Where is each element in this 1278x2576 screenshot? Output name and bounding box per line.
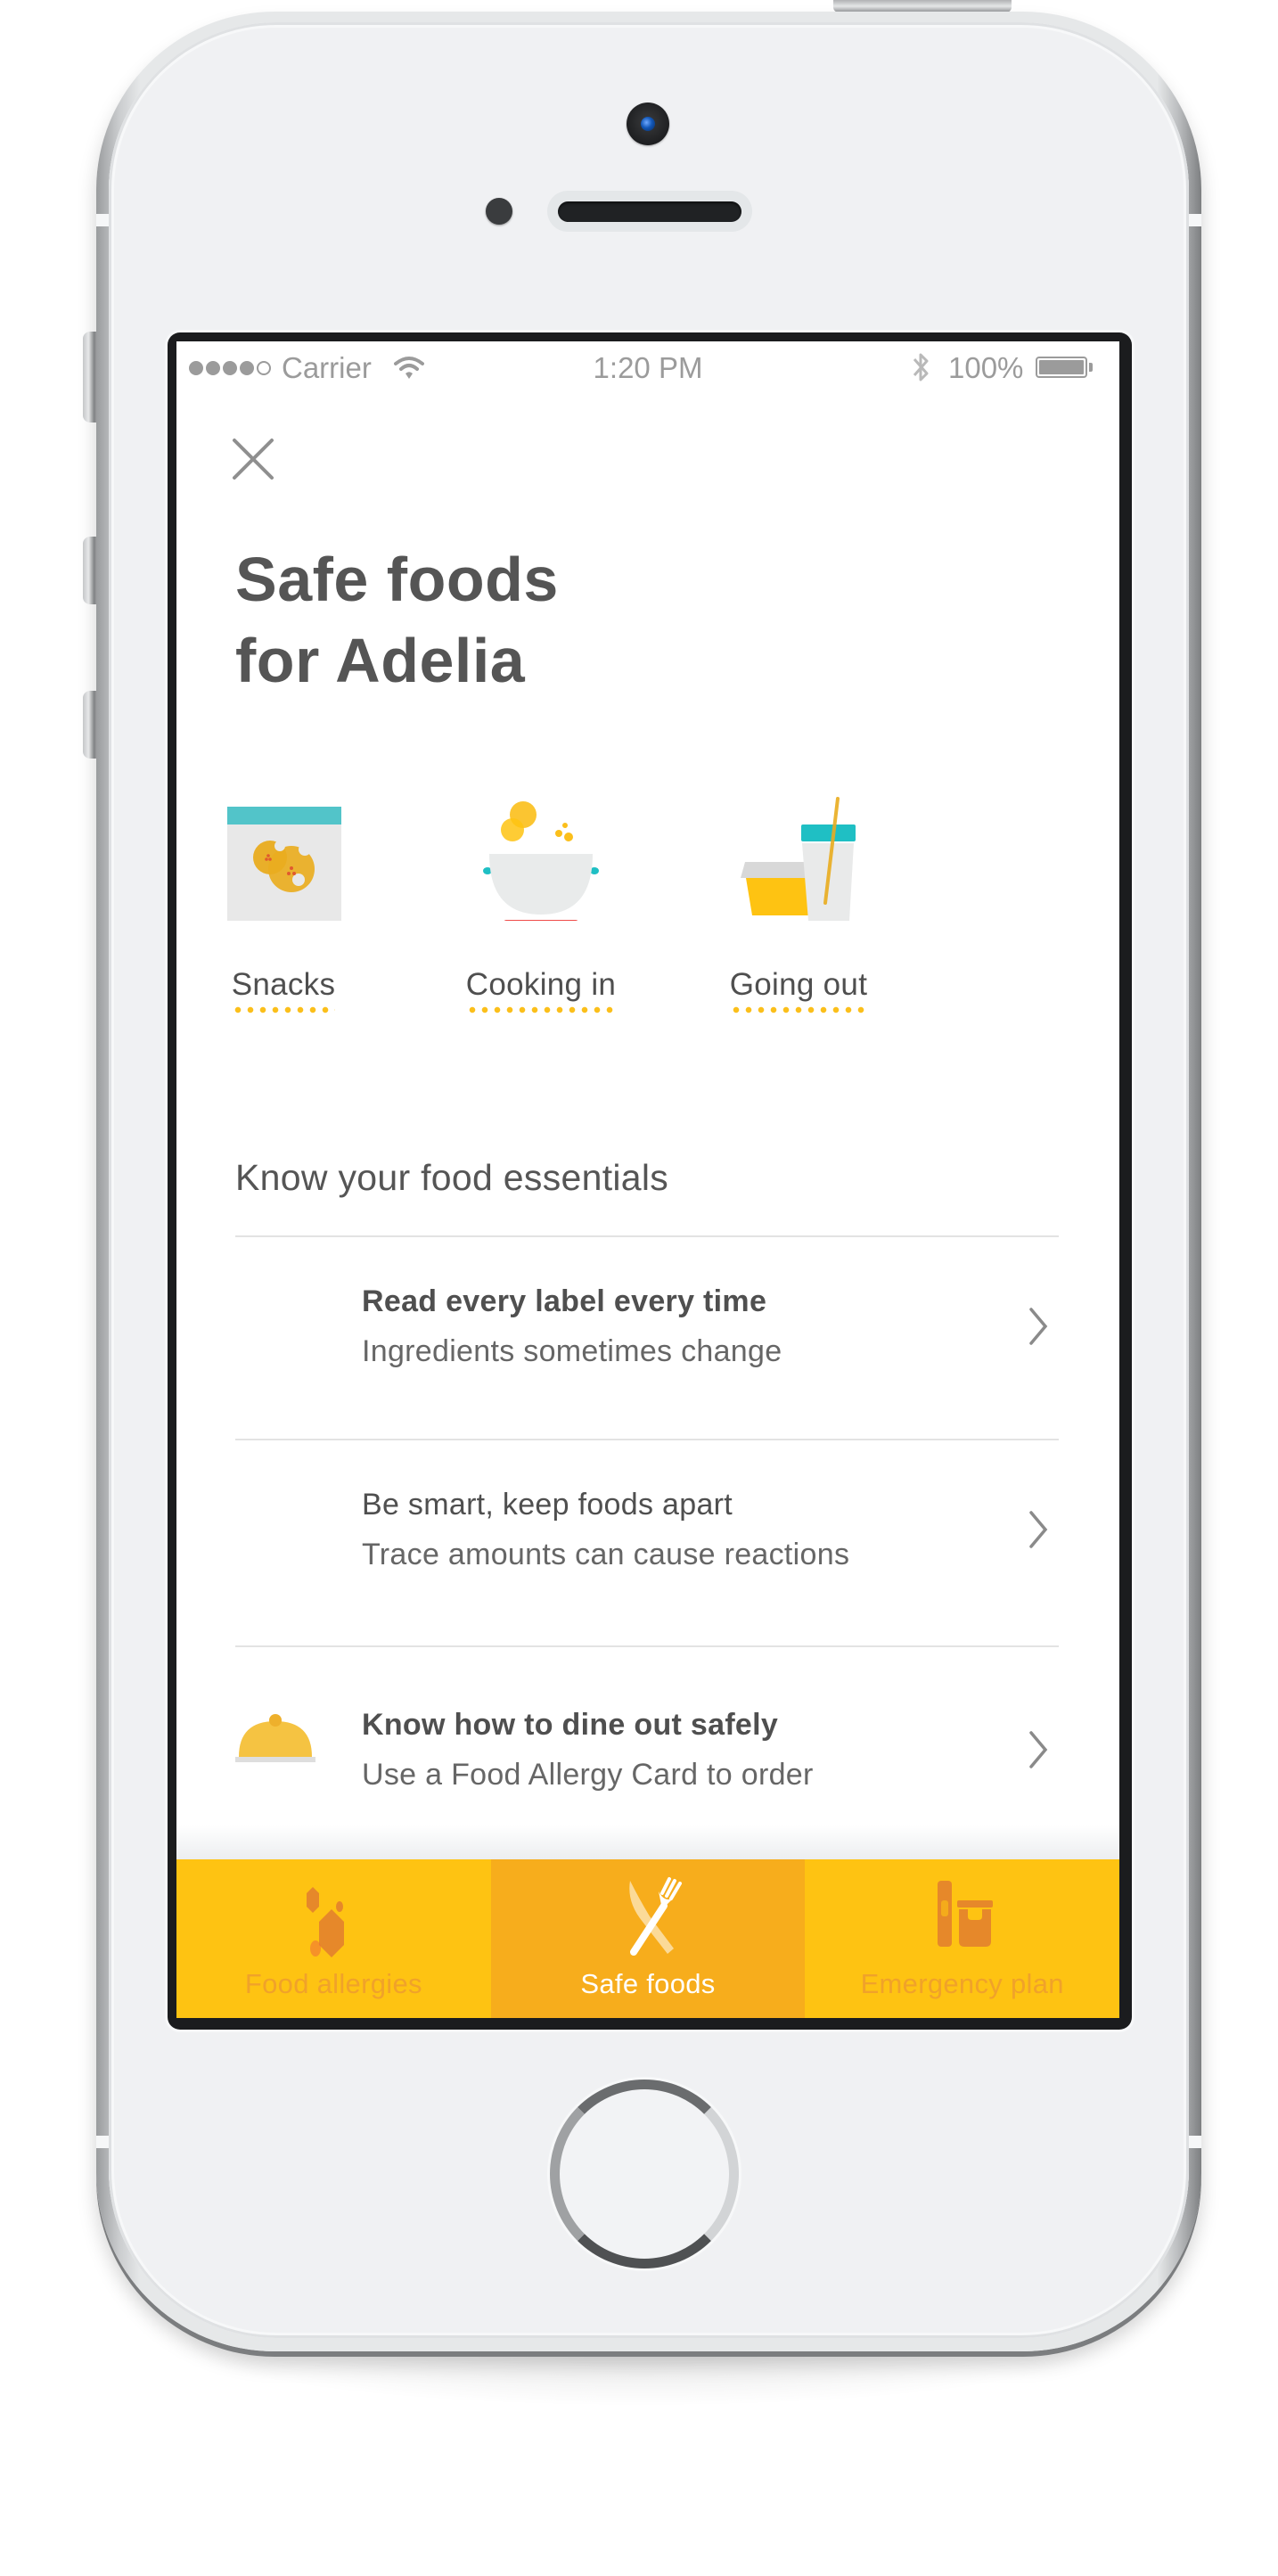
earpiece-speaker [558, 201, 741, 222]
item-subtitle: Ingredients sometimes change [362, 1334, 782, 1368]
snacks-bag-icon [212, 787, 355, 921]
tab-emergency-plan[interactable]: Emergency plan [805, 1859, 1119, 2018]
item-title: Be smart, keep foods apart [362, 1488, 733, 1522]
page-title: Safe foods for Adelia [235, 545, 559, 695]
app-screen: Carrier 1:20 PM 100% Safe foods for Adel… [176, 341, 1119, 2018]
tab-safe-foods[interactable]: Safe foods [490, 1859, 806, 2018]
cooking-pot-icon [470, 787, 612, 925]
category-cooking-in[interactable]: Cooking in [434, 787, 648, 1013]
item-title: Know how to dine out safely [362, 1708, 779, 1742]
proximity-sensor [486, 198, 512, 225]
battery-tip [1089, 363, 1093, 372]
serving-cloche-icon [235, 1652, 315, 1830]
chevron-right-icon [1028, 1440, 1055, 1619]
front-camera [627, 103, 669, 145]
power-button [833, 0, 1012, 12]
list-item-read-labels[interactable]: Read every label every time Ingredients … [235, 1237, 1059, 1415]
tab-bar: Food allergies Safe foods Emergency plan [176, 1859, 1119, 2018]
knife-fork-icon [603, 1875, 692, 1957]
close-button[interactable] [230, 436, 276, 482]
category-label: Cooking in [465, 967, 617, 1013]
volume-up-button [83, 537, 97, 604]
tab-label: Emergency plan [860, 1968, 1064, 1999]
category-label: Snacks [231, 967, 336, 1013]
status-bar: Carrier 1:20 PM 100% [176, 341, 1119, 391]
chevron-right-icon [1028, 1237, 1055, 1415]
tabbar-fade [176, 1825, 1119, 1859]
tab-label: Food allergies [244, 1968, 422, 1999]
close-icon [233, 439, 274, 480]
bluetooth-icon [911, 350, 930, 391]
item-title: Read every label every time [362, 1284, 767, 1318]
mute-switch [83, 332, 97, 422]
battery-percent: 100% [948, 351, 1024, 384]
category-snacks[interactable]: Snacks [176, 787, 390, 1013]
section-title: Know your food essentials [235, 1157, 669, 1198]
item-subtitle: Use a Food Allergy Card to order [362, 1758, 814, 1792]
battery-icon [1036, 357, 1087, 378]
category-going-out[interactable]: Going out [692, 787, 905, 1013]
tab-food-allergies[interactable]: Food allergies [176, 1859, 491, 2018]
category-label: Going out [729, 967, 868, 1013]
allergen-hexagons-icon [289, 1875, 378, 1957]
list-item-keep-apart[interactable]: Be smart, keep foods apart Trace amounts… [235, 1440, 1059, 1619]
chevron-right-icon [1028, 1652, 1055, 1848]
volume-down-button [83, 691, 97, 759]
item-subtitle: Trace amounts can cause reactions [362, 1538, 850, 1571]
divider [235, 1645, 1059, 1647]
list-item-dine-out[interactable]: Know how to dine out safely Use a Food A… [235, 1652, 1059, 1848]
takeout-food-drink-icon [727, 787, 870, 921]
epipen-jar-icon [918, 1875, 1007, 1957]
tab-label: Safe foods [580, 1968, 716, 1999]
home-button[interactable] [550, 2080, 739, 2268]
